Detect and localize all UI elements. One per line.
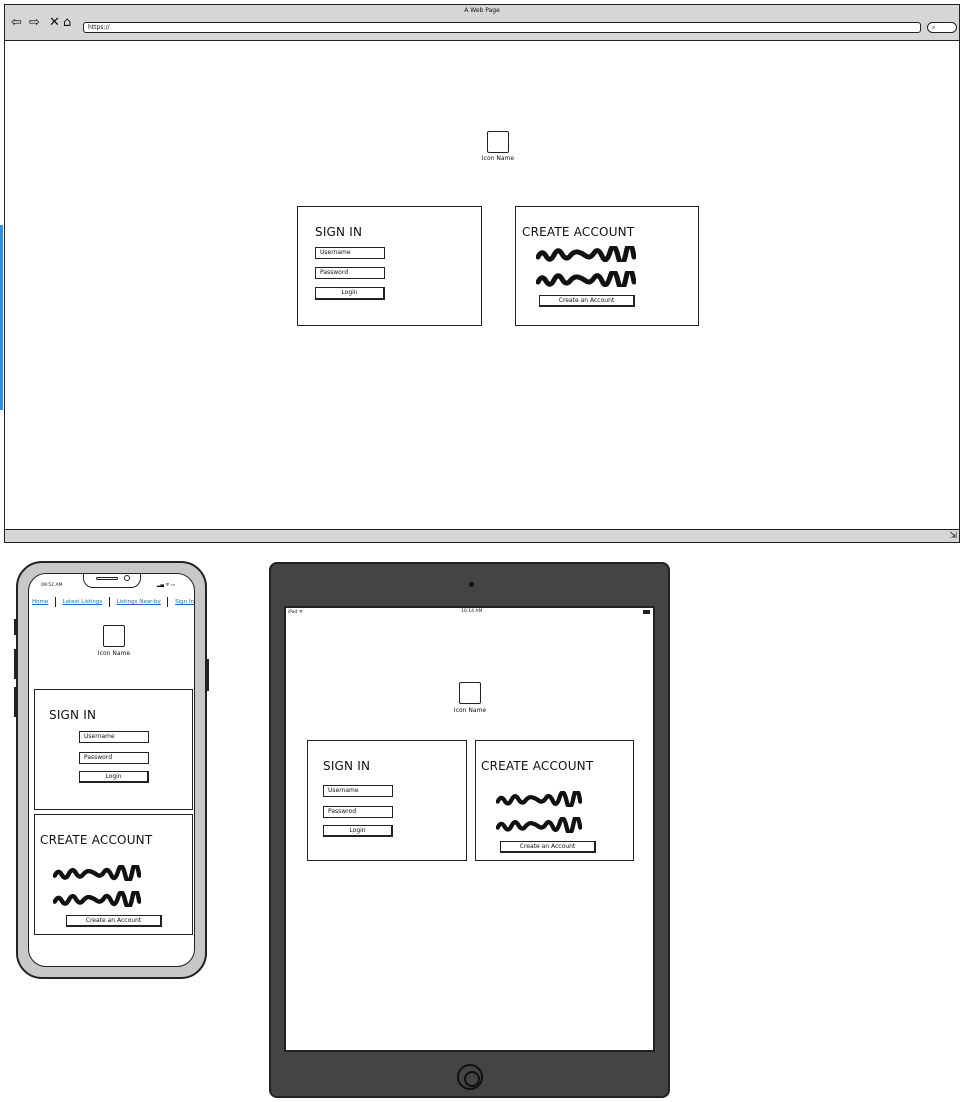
password-field[interactable]: Password: [79, 752, 149, 764]
password-field[interactable]: Password: [315, 267, 385, 279]
nav-separator: [167, 597, 169, 607]
create-account-button[interactable]: Create an Account: [66, 915, 162, 927]
home-icon[interactable]: ⌂: [63, 16, 71, 29]
phone-signal-icon: ▂▄ ᯤ ▭: [157, 583, 176, 588]
browser-titlebar: A Web Page ⇦ ⇨ ✕ ⌂ https:// ⌕: [5, 5, 959, 41]
login-button[interactable]: Login: [323, 825, 393, 837]
back-arrow-icon[interactable]: ⇦: [11, 16, 22, 29]
sign-in-panel: SIGN IN Username Passwrod Login: [307, 740, 467, 861]
phone-nav: Home Latest Listings Listings Near-by Si…: [32, 596, 194, 608]
create-account-button[interactable]: Create an Account: [539, 295, 635, 307]
tablet-mockup: iPad ᯤ 10:14 AM Icon Name SIGN IN Userna…: [269, 562, 670, 1098]
password-field[interactable]: Passwrod: [323, 806, 393, 818]
nav-separator: [108, 597, 110, 607]
create-account-title: CREATE ACCOUNT: [481, 759, 594, 773]
phone-time: 09:52 AM: [41, 583, 63, 588]
browser-window: A Web Page ⇦ ⇨ ✕ ⌂ https:// ⌕ Icon Name …: [4, 4, 960, 543]
phone-volume-down: [14, 687, 17, 717]
tablet-screen: iPad ᯤ 10:14 AM Icon Name SIGN IN Userna…: [284, 606, 655, 1052]
username-field[interactable]: Username: [323, 785, 393, 797]
tablet-camera-icon: [469, 582, 474, 587]
phone-camera-icon: [124, 575, 130, 581]
close-icon[interactable]: ✕: [49, 16, 60, 29]
tablet-device-label: iPad ᯤ: [288, 610, 303, 615]
create-account-title: CREATE ACCOUNT: [522, 225, 635, 239]
username-field[interactable]: Username: [315, 247, 385, 259]
nav-link-sign-in[interactable]: Sign In: [175, 599, 194, 605]
sign-in-title: SIGN IN: [315, 225, 363, 239]
search-icon: ⌕: [932, 24, 936, 31]
logo-label: Icon Name: [453, 707, 487, 714]
sign-in-title: SIGN IN: [323, 759, 371, 773]
scribble-text-2: [496, 817, 582, 833]
battery-icon: [643, 610, 650, 614]
selection-edge: [0, 225, 3, 410]
sign-in-panel: SIGN IN Username Password Login: [297, 206, 482, 326]
nav-separator: [54, 597, 56, 607]
scribble-text-2: [536, 271, 636, 287]
phone-power-button: [206, 659, 209, 691]
browser-title: A Web Page: [464, 7, 500, 14]
scribble-text-1: [536, 246, 636, 262]
scribble-text-2: [53, 891, 141, 907]
sign-in-panel: SIGN IN Username Password Login: [34, 689, 193, 810]
phone-notch: [83, 574, 141, 588]
scribble-text-1: [53, 865, 141, 881]
browser-statusbar: ⇲: [5, 529, 959, 542]
login-button[interactable]: Login: [315, 287, 385, 300]
url-bar[interactable]: https://: [83, 22, 921, 33]
login-button[interactable]: Login: [79, 771, 149, 783]
image-placeholder-icon: [103, 625, 125, 647]
wifi-icon: ᯤ: [298, 610, 303, 615]
phone-volume-up: [14, 649, 17, 679]
phone-side-button: [14, 619, 17, 635]
phone-screen: 09:52 AM ▂▄ ᯤ ▭ Home Latest Listings Lis…: [28, 573, 195, 967]
nav-link-home[interactable]: Home: [32, 599, 48, 605]
create-account-title: CREATE ACCOUNT: [40, 833, 153, 847]
phone-mockup: 09:52 AM ▂▄ ᯤ ▭ Home Latest Listings Lis…: [14, 561, 209, 979]
scribble-text-1: [496, 791, 582, 807]
image-placeholder-icon: [487, 131, 509, 153]
logo-label: Icon Name: [481, 155, 515, 162]
nav-link-latest-listings[interactable]: Latest Listings: [63, 599, 103, 605]
username-field[interactable]: Username: [79, 731, 149, 743]
resize-grip-icon[interactable]: ⇲: [949, 531, 957, 541]
create-account-panel: CREATE ACCOUNT Create an Account: [515, 206, 699, 326]
logo-label: Icon Name: [97, 650, 131, 657]
tablet-time: 10:14 AM: [461, 609, 483, 614]
nav-link-listings-near-by[interactable]: Listings Near-by: [117, 599, 161, 605]
forward-arrow-icon[interactable]: ⇨: [29, 16, 40, 29]
create-account-panel: CREATE ACCOUNT Create an Account: [34, 814, 193, 935]
create-account-panel: CREATE ACCOUNT Create an Account: [475, 740, 634, 861]
sign-in-title: SIGN IN: [49, 708, 97, 722]
tablet-home-button[interactable]: [457, 1064, 483, 1090]
search-button[interactable]: ⌕: [927, 22, 957, 33]
create-account-button[interactable]: Create an Account: [500, 841, 596, 853]
image-placeholder-icon: [459, 682, 481, 704]
phone-speaker: [96, 577, 118, 580]
